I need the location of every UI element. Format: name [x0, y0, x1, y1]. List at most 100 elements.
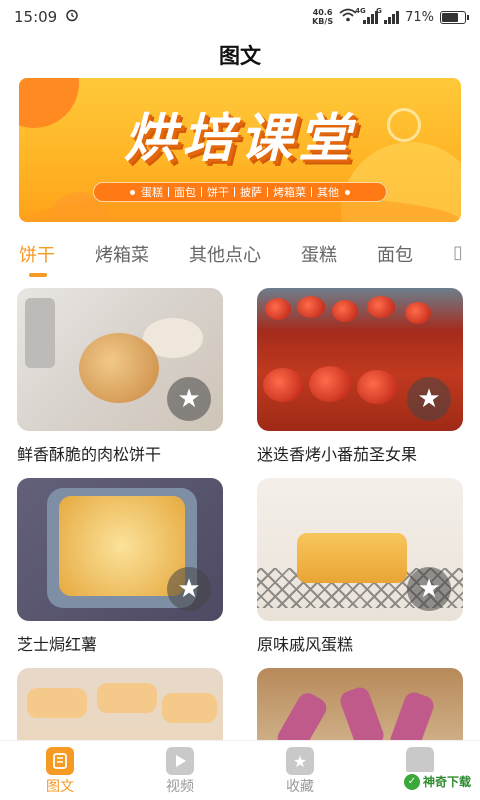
recipe-grid: ★ 鲜香酥脆的肉松饼干 ★ 迷迭香烤小番茄圣女果 ★ 芝士焗红薯 ★ 原味戚风蛋…	[17, 288, 463, 740]
divider	[311, 187, 312, 197]
recipe-title: 芝士焗红薯	[17, 635, 98, 654]
image-shape	[357, 370, 397, 404]
network-speed-value: 40.6	[312, 8, 333, 17]
recipe-image: ★	[257, 288, 463, 431]
banner[interactable]: 烘培课堂 蛋糕 面包 饼干 披萨 烤箱菜 其他	[19, 78, 461, 222]
watermark-text: 神奇下载	[422, 775, 471, 789]
banner-tag: 其他	[317, 186, 339, 199]
recipe-card[interactable]: ★ 原味戚风蛋糕	[257, 478, 463, 655]
tab-cookies[interactable]: 饼干	[19, 242, 55, 278]
recipe-card[interactable]: ★ 鲜香酥脆的肉松饼干	[17, 288, 223, 465]
recipe-image: ★	[257, 478, 463, 621]
image-shape	[59, 496, 185, 596]
network-speed-unit: KB/S	[312, 17, 334, 26]
divider	[168, 187, 169, 197]
tab-other-snacks[interactable]: 其他点心	[189, 242, 261, 278]
image-shape	[25, 298, 55, 368]
signal-label-2: G	[376, 6, 382, 15]
recipe-card[interactable]	[17, 668, 223, 740]
recipe-title: 原味戚风蛋糕	[257, 635, 354, 654]
network-speed: 40.6 KB/S	[312, 8, 333, 26]
book-icon	[46, 747, 74, 775]
image-shape	[79, 333, 159, 403]
image-shape	[297, 296, 325, 318]
image-shape	[162, 693, 217, 723]
image-shape	[297, 533, 407, 583]
favorite-button[interactable]: ★	[167, 377, 211, 421]
status-right: 40.6 KB/S 4G G 71%	[312, 6, 469, 26]
tab-cake[interactable]: 蛋糕	[301, 242, 337, 278]
recipe-card[interactable]: ★ 迷迭香烤小番茄圣女果	[257, 288, 463, 465]
nav-item-video[interactable]: 视频	[120, 741, 240, 800]
play-icon	[166, 747, 194, 775]
divider	[201, 187, 202, 197]
tab-label: 蛋糕	[301, 245, 337, 266]
favorite-button[interactable]: ★	[407, 377, 451, 421]
divider	[267, 187, 268, 197]
banner-tag: 面包	[174, 186, 196, 199]
image-shape	[263, 368, 303, 402]
tab-label: 饼干	[19, 245, 55, 266]
alarm-icon	[65, 8, 79, 26]
nav-label: 收藏	[286, 779, 314, 795]
category-tabs: 饼干 烤箱菜 其他点心 蛋糕 面包 ▯	[19, 242, 480, 282]
banner-tag: 披萨	[240, 186, 262, 199]
recipe-image: ★	[17, 288, 223, 431]
image-shape	[274, 689, 330, 740]
favorite-button[interactable]: ★	[167, 567, 211, 611]
star-icon: ★	[177, 574, 201, 604]
image-shape	[405, 302, 431, 324]
tab-overflow-icon: ▯	[453, 242, 463, 263]
watermark: ✓ 神奇下载	[400, 772, 474, 791]
star-icon: ★	[417, 384, 441, 414]
status-bar: 15:09 40.6 KB/S 4G G 71%	[0, 0, 480, 34]
image-shape	[27, 688, 87, 718]
nav-item-articles[interactable]: 图文	[0, 741, 120, 800]
image-shape	[97, 683, 157, 713]
nav-item-more[interactable]	[360, 741, 480, 800]
star-icon: ★	[286, 747, 314, 775]
recipe-card[interactable]: ★ 芝士焗红薯	[17, 478, 223, 655]
tab-oven-dishes[interactable]: 烤箱菜	[95, 242, 149, 278]
banner-title: 烘培课堂	[123, 109, 356, 169]
status-time: 15:09	[14, 8, 58, 26]
image-shape	[332, 300, 358, 322]
dot-icon	[345, 189, 350, 195]
favorite-button[interactable]: ★	[407, 567, 451, 611]
banner-tag-bar: 蛋糕 面包 饼干 披萨 烤箱菜 其他	[93, 182, 387, 202]
star-icon: ★	[177, 384, 201, 414]
dot-icon	[130, 189, 135, 195]
tab-label: 烤箱菜	[95, 245, 149, 266]
recipe-image: ★	[17, 478, 223, 621]
recipe-title: 迷迭香烤小番茄圣女果	[257, 445, 418, 464]
battery-icon	[440, 10, 469, 24]
recipe-image	[17, 668, 223, 740]
signal-icon-2: G	[376, 7, 400, 24]
tab-label: 面包	[377, 245, 413, 266]
battery-percent: 71%	[405, 9, 434, 25]
bottom-navigation: 图文 视频 ★ 收藏	[0, 740, 480, 800]
nav-item-favorites[interactable]: ★ 收藏	[240, 741, 360, 800]
image-shape	[265, 298, 291, 320]
recipe-card[interactable]	[257, 668, 463, 740]
recipe-title: 鲜香酥脆的肉松饼干	[17, 445, 162, 464]
battery-fill	[442, 12, 458, 22]
page-title: 图文	[219, 44, 261, 68]
nav-label: 图文	[46, 779, 74, 795]
watermark-logo-icon: ✓	[403, 773, 420, 790]
image-shape	[309, 366, 351, 402]
divider	[234, 187, 235, 197]
tab-label: 其他点心	[189, 245, 261, 266]
banner-tag: 蛋糕	[141, 186, 163, 199]
signal-label-1: 4G	[355, 6, 366, 15]
banner-tag: 烤箱菜	[273, 186, 306, 199]
image-shape	[367, 296, 395, 318]
profile-icon	[406, 747, 434, 775]
banner-tag: 饼干	[207, 186, 229, 199]
star-icon: ★	[417, 574, 441, 604]
tab-bread[interactable]: 面包	[377, 242, 413, 278]
active-tab-indicator	[29, 273, 47, 277]
status-left: 15:09	[14, 8, 79, 26]
image-shape	[387, 689, 437, 740]
nav-label: 视频	[166, 779, 194, 795]
